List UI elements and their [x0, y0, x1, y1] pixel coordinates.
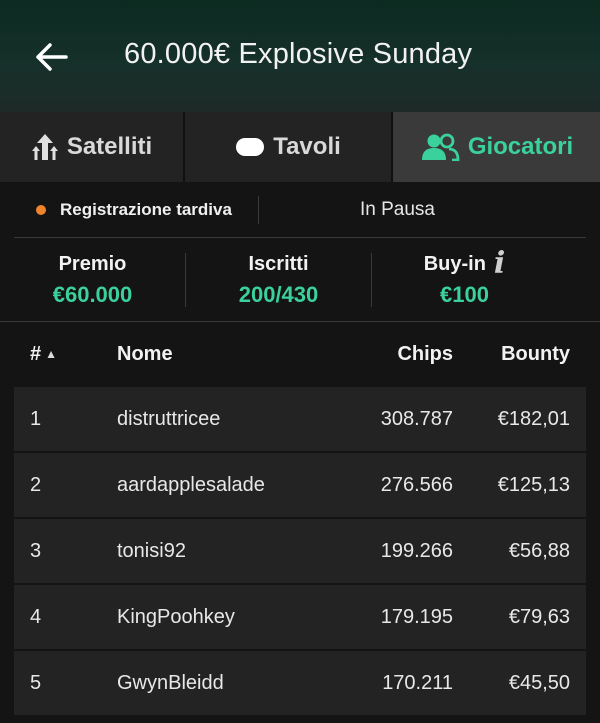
player-rank: 2 [30, 473, 42, 496]
entrants-label: Iscritti [248, 252, 309, 275]
player-bounty: €125,13 [497, 473, 570, 496]
status-dot-icon [36, 204, 46, 215]
tournament-stats: Premio €60.000 Iscritti 200/430 Buy-in i… [0, 238, 600, 322]
player-name: aardapplesalade [117, 473, 265, 496]
player-name: KingPoohkey [117, 605, 235, 628]
tab-tavoli-label: Tavoli [273, 133, 341, 160]
buyin-stat: Buy-in i €100 [372, 238, 557, 322]
tab-giocatori[interactable]: Giocatori [393, 112, 600, 182]
rank-column-header[interactable]: # ▲ [14, 343, 102, 366]
entrants-stat: Iscritti 200/430 [186, 238, 371, 322]
bounty-column-header[interactable]: Bounty [453, 343, 586, 366]
tab-satelliti[interactable]: Satelliti [0, 112, 185, 182]
table-header: # ▲ Nome Chips Bounty [14, 322, 586, 386]
prize-stat: Premio €60.000 [0, 238, 185, 322]
arrow-left-icon [36, 43, 68, 71]
player-chips: 308.787 [380, 407, 453, 430]
player-name: tonisi92 [117, 539, 186, 562]
tournament-status: Registrazione tardiva In Pausa [14, 182, 586, 238]
players-icon [421, 133, 460, 161]
table-row[interactable]: 5 GwynBleidd 170.211 €45,50 [14, 651, 586, 715]
table-row[interactable]: 1 distruttricee 308.787 €182,01 [14, 387, 586, 451]
app-header: 60.000€ Explosive Sunday [0, 0, 600, 112]
player-name: distruttricee [117, 407, 221, 430]
tab-giocatori-label: Giocatori [467, 133, 574, 160]
player-chips: 276.566 [380, 473, 453, 496]
sort-ascending-icon: ▲ [45, 347, 58, 361]
player-rank: 5 [30, 671, 42, 694]
table-row[interactable]: 2 aardapplesalade 276.566 €125,13 [14, 453, 586, 517]
buyin-label: Buy-in [423, 252, 486, 275]
player-bounty: €56,88 [508, 539, 570, 562]
tab-tavoli[interactable]: Tavoli [185, 112, 393, 182]
info-icon[interactable]: i [494, 249, 505, 279]
satellite-arrows-icon [31, 134, 58, 160]
player-name: GwynBleidd [117, 671, 224, 694]
tab-bar: Satelliti Tavoli Giocatori [0, 112, 600, 182]
buyin-label-wrap: Buy-in i [423, 249, 506, 279]
back-button[interactable] [28, 34, 74, 80]
player-chips: 199.266 [380, 539, 453, 562]
rank-header-label: # [30, 342, 42, 365]
entrants-value: 200/430 [238, 281, 319, 307]
table-row[interactable]: 4 KingPoohkey 179.195 €79,63 [14, 585, 586, 649]
player-chips: 170.211 [382, 671, 453, 694]
prize-value: €60.000 [52, 281, 133, 307]
buyin-value: €100 [440, 281, 489, 307]
tournament-state: In Pausa [360, 198, 435, 220]
players-table: 1 distruttricee 308.787 €182,01 2 aardap… [14, 387, 586, 717]
page-title: 60.000€ Explosive Sunday [124, 38, 473, 70]
tab-satelliti-label: Satelliti [66, 133, 153, 160]
table-icon [236, 138, 265, 156]
player-rank: 1 [30, 407, 42, 430]
player-chips: 179.195 [380, 605, 453, 628]
player-bounty: €79,63 [508, 605, 570, 628]
prize-label: Premio [58, 252, 127, 275]
player-bounty: €182,01 [497, 407, 570, 430]
player-rank: 4 [30, 605, 42, 628]
table-row[interactable]: 3 tonisi92 199.266 €56,88 [14, 519, 586, 583]
player-bounty: €45,50 [508, 671, 570, 694]
chips-column-header[interactable]: Chips [342, 343, 453, 366]
name-column-header[interactable]: Nome [102, 343, 342, 366]
player-rank: 3 [30, 539, 42, 562]
registration-status: Registrazione tardiva [14, 195, 259, 224]
registration-label: Registrazione tardiva [60, 199, 232, 219]
